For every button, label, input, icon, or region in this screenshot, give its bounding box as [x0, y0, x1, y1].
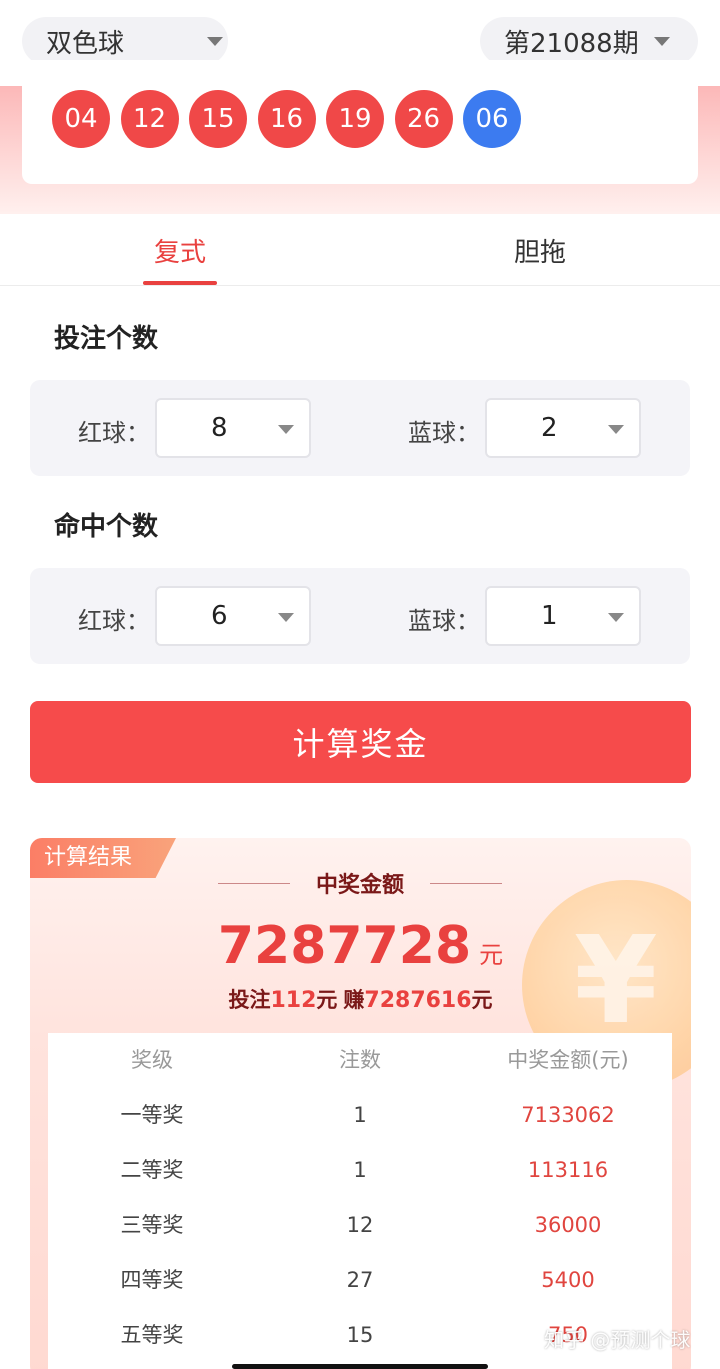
calculate-prize-button[interactable]: 计算奖金	[30, 701, 691, 783]
divider	[429, 882, 502, 884]
hit-blue-label: 蓝球：	[408, 607, 480, 635]
prize-count: 27	[346, 1268, 374, 1292]
table-row: 一等奖 1 7133062	[48, 1088, 672, 1143]
hit-count-panel: 红球： 6 蓝球： 1	[30, 568, 690, 664]
table-header: 奖级 注数 中奖金额(元)	[48, 1033, 672, 1088]
prize-amount-unit: 元	[479, 941, 504, 969]
table-row: 二等奖 1 113116	[48, 1143, 672, 1198]
home-indicator	[232, 1364, 488, 1369]
period-select[interactable]: 第21088期	[480, 17, 698, 65]
earn-prefix: 赚	[343, 988, 365, 1012]
hit-red-select[interactable]: 6	[155, 586, 311, 646]
prize-level: 五等奖	[120, 1323, 184, 1347]
prize-count: 1	[353, 1103, 367, 1127]
chevron-down-icon	[278, 613, 294, 622]
tab-dantuo[interactable]: 胆拖	[360, 214, 720, 286]
table-row: 四等奖 27 5400	[48, 1253, 672, 1308]
red-ball: 04	[52, 90, 110, 148]
bet-blue-label: 蓝球：	[408, 419, 480, 447]
red-ball: 12	[120, 90, 179, 148]
prize-count: 1	[353, 1158, 367, 1182]
divider	[218, 882, 290, 884]
prize-level: 三等奖	[120, 1213, 184, 1237]
bet-red-label: 红球：	[78, 419, 150, 447]
tab-fushi[interactable]: 复式	[0, 214, 360, 286]
bet-blue-select[interactable]: 2	[485, 398, 641, 458]
bet-red-select[interactable]: 8	[155, 398, 311, 458]
prize-money: 5400	[541, 1268, 595, 1292]
prize-title: 中奖金额	[315, 873, 404, 898]
result-card: ¥ 计算结果 中奖金额 7287728 元 投注 112 元 赚 7287616…	[30, 838, 691, 1369]
bet-blue-value: 2	[541, 413, 558, 443]
chevron-down-icon	[654, 37, 670, 46]
bet-count-panel: 红球： 8 蓝球： 2	[30, 380, 690, 476]
watermark: 知乎 @预测个球	[544, 1328, 691, 1352]
prize-money: 7133062	[521, 1103, 615, 1127]
period-label: 第21088期	[504, 28, 639, 59]
active-tab-indicator	[143, 281, 217, 285]
prize-money: 113116	[527, 1158, 609, 1182]
blue-ball: 06	[463, 90, 521, 148]
bet-red-value: 8	[211, 413, 228, 443]
prize-level: 二等奖	[120, 1158, 184, 1182]
chevron-down-icon	[207, 37, 223, 46]
bet-unit: 元	[316, 988, 338, 1012]
table-row: 三等奖 12 36000	[48, 1198, 672, 1253]
prize-title-row: 中奖金额	[218, 868, 502, 898]
prize-amount: 7287728	[217, 916, 472, 976]
lottery-type-select[interactable]: 双色球	[22, 17, 228, 65]
hit-red-label: 红球：	[78, 607, 150, 635]
header-count: 注数	[339, 1048, 381, 1072]
header-level: 奖级	[131, 1048, 173, 1072]
prize-level: 四等奖	[120, 1268, 184, 1292]
hit-blue-select[interactable]: 1	[485, 586, 641, 646]
draw-balls: 04 12 15 16 19 26 06	[52, 90, 532, 148]
chevron-down-icon	[608, 613, 624, 622]
prize-money: 36000	[534, 1213, 602, 1237]
earn-unit: 元	[471, 988, 493, 1012]
prize-table: 奖级 注数 中奖金额(元) 一等奖 1 7133062 二等奖 1 113116…	[48, 1033, 672, 1369]
prize-level: 一等奖	[120, 1103, 184, 1127]
bet-prefix: 投注	[228, 988, 271, 1012]
lottery-type-label: 双色球	[46, 28, 125, 59]
prize-count: 12	[346, 1213, 374, 1237]
earn-amount: 7287616	[364, 988, 472, 1013]
header-amount: 中奖金额(元)	[507, 1048, 629, 1072]
bet-count-title: 投注个数	[54, 324, 159, 354]
prize-amount-row: 7287728 元	[30, 916, 691, 976]
red-ball: 26	[394, 90, 453, 148]
prize-count: 15	[346, 1323, 374, 1347]
hit-blue-value: 1	[541, 601, 558, 631]
mode-tabs: 复式 胆拖	[0, 214, 720, 286]
red-ball: 16	[257, 90, 316, 148]
hit-count-title: 命中个数	[54, 512, 159, 542]
chevron-down-icon	[608, 425, 624, 434]
result-tag: 计算结果	[30, 838, 176, 878]
draw-result-card: 04 12 15 16 19 26 06	[22, 60, 698, 184]
red-ball: 19	[326, 90, 384, 148]
bet-summary: 投注 112 元 赚 7287616 元	[30, 984, 691, 1014]
red-ball: 15	[189, 90, 247, 148]
bet-amount: 112	[270, 988, 317, 1013]
hit-red-value: 6	[211, 601, 228, 631]
chevron-down-icon	[278, 425, 294, 434]
